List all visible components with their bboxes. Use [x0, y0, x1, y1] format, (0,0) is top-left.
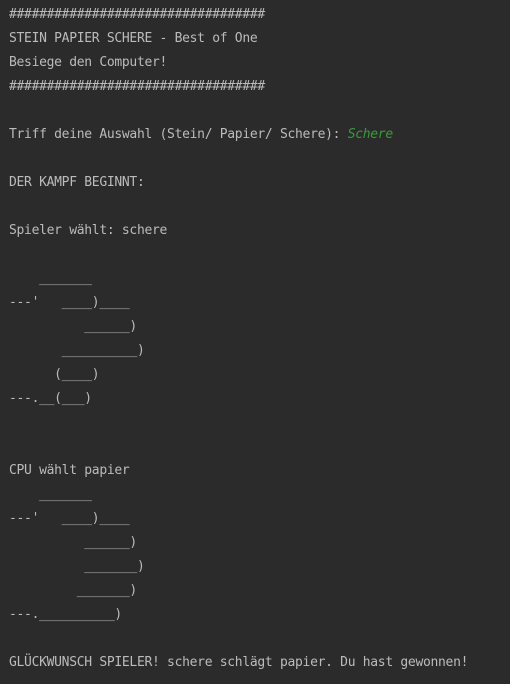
player-ascii-art-line: ---' ____)____: [9, 295, 130, 310]
cpu-ascii-art-line: _______): [9, 583, 138, 598]
cpu-ascii-art-line: _______): [9, 559, 145, 574]
battle-start-text: DER KAMPF BEGINNT:: [9, 175, 145, 190]
user-input-echo: Schere: [347, 127, 393, 142]
console-output[interactable]: ################################## STEIN…: [0, 0, 510, 684]
game-title: STEIN PAPIER SCHERE - Best of One: [9, 31, 258, 46]
cpu-ascii-art-line: ---' ____)____: [9, 511, 130, 526]
choice-prompt-line: Triff deine Auswahl (Stein/ Papier/ Sche…: [9, 123, 510, 147]
cpu-choice-text: CPU wählt papier: [9, 463, 130, 478]
cpu-ascii-art-line: ______): [9, 535, 137, 550]
banner-top-rule: ##################################: [9, 7, 265, 22]
cpu-ascii-art-line: ---.__________): [9, 607, 122, 622]
player-ascii-art-line: __________): [9, 343, 145, 358]
cpu-ascii-art-line: _______: [9, 487, 92, 502]
banner-bottom-rule: ##################################: [9, 79, 265, 94]
player-ascii-art-line: (____): [9, 367, 100, 382]
result-text: GLÜCKWUNSCH SPIELER! schere schlägt papi…: [9, 655, 469, 670]
player-ascii-art-line: ---.__(___): [9, 391, 92, 406]
player-ascii-art-line: ______): [9, 319, 137, 334]
game-subtitle: Besiege den Computer!: [9, 55, 168, 70]
player-choice-text: Spieler wählt: schere: [9, 223, 168, 238]
choice-prompt: Triff deine Auswahl (Stein/ Papier/ Sche…: [9, 127, 348, 142]
player-ascii-art-line: _______: [9, 271, 92, 286]
